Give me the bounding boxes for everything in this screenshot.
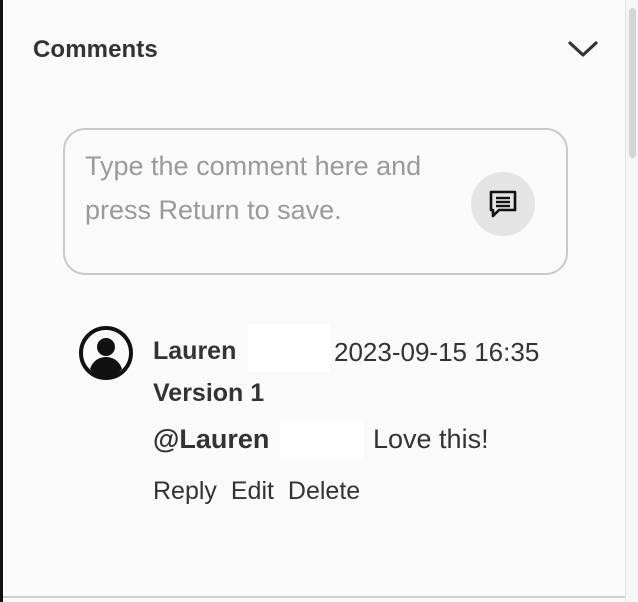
scrollbar[interactable] — [625, 0, 638, 602]
comments-title: Comments — [33, 36, 158, 63]
user-avatar-icon — [79, 326, 133, 380]
panel-divider — [3, 596, 625, 598]
delete-link[interactable]: Delete — [288, 477, 360, 506]
collapse-toggle-button[interactable] — [563, 34, 603, 64]
edit-link[interactable]: Edit — [231, 477, 274, 506]
comment-timestamp: 2023-09-15 16:35 — [334, 337, 540, 367]
reply-link[interactable]: Reply — [153, 477, 217, 506]
redacted-mention-surname — [280, 421, 364, 459]
comment-version: Version 1 — [153, 379, 265, 407]
comment-meta: Lauren 2023-09-15 16:35 — [153, 324, 593, 382]
submit-comment-button[interactable] — [471, 172, 535, 236]
redacted-surname — [248, 324, 330, 372]
new-comment-box — [63, 128, 568, 275]
comments-header[interactable]: Comments — [3, 0, 625, 100]
comment-mention[interactable]: @Lauren — [153, 424, 269, 455]
chevron-down-icon — [568, 41, 598, 57]
comment-icon — [489, 190, 517, 218]
scrollbar-thumb[interactable] — [629, 8, 636, 158]
comment-author: Lauren — [153, 337, 237, 365]
comment-text: @Lauren Love this! — [153, 421, 593, 460]
comment-input[interactable] — [85, 144, 445, 254]
comments-panel: Comments Lauren 2023-09-15 16:35 — [3, 0, 625, 602]
comment-list-item: Lauren 2023-09-15 16:35 Version 1 @Laure… — [78, 322, 598, 522]
comment-actions: Reply Edit Delete — [153, 477, 360, 506]
comment-body: Love this! — [373, 424, 489, 454]
